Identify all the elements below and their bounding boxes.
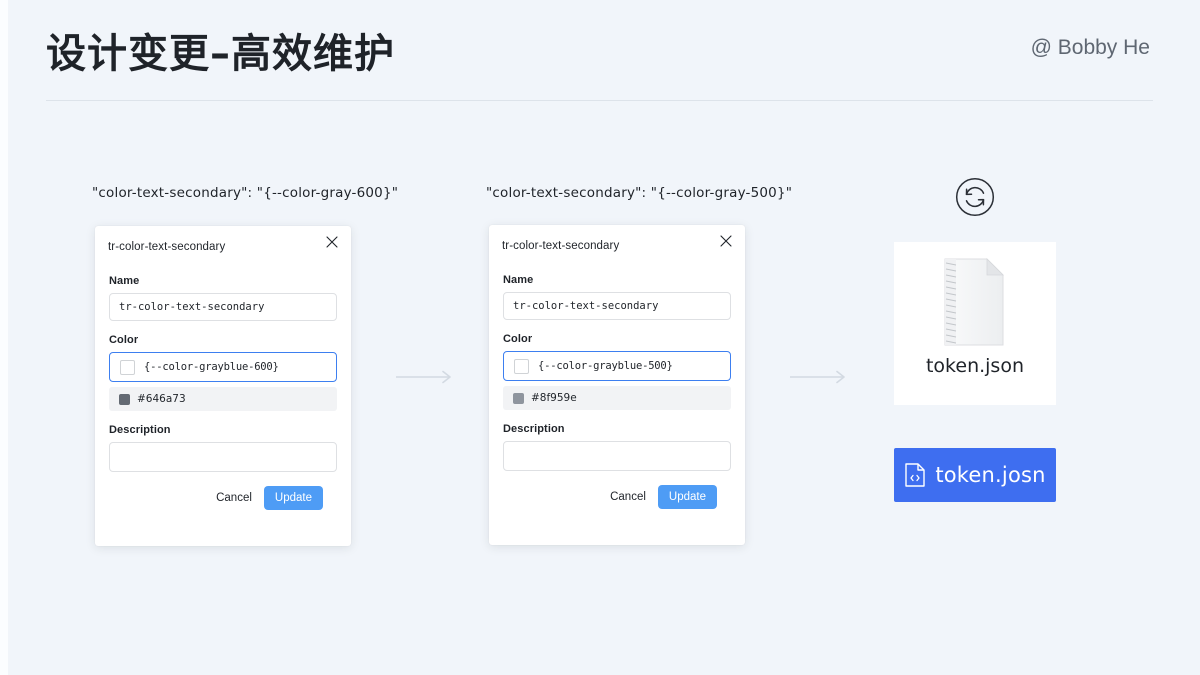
hex-value-text: #646a73 [137,393,186,405]
edit-token-dialog-after: tr-color-text-secondary Name tr-color-te… [489,225,745,545]
color-field-label: Color [503,333,533,345]
description-input[interactable] [109,442,337,472]
page-header: 设计变更–高效维护 @ Bobby He [0,0,1200,101]
page-title: 设计变更–高效维护 [46,31,395,77]
header-divider [46,100,1153,101]
left-edge-strip [0,0,8,675]
color-swatch-empty [119,359,135,375]
color-field-label: Color [109,334,139,346]
code-file-icon [904,462,926,488]
hex-color-swatch [513,392,524,404]
edit-token-dialog-before: tr-color-text-secondary Name tr-color-te… [95,226,351,546]
color-input-value: {--color-grayblue-500} [538,360,673,372]
cancel-button[interactable]: Cancel [610,491,646,503]
description-field-label: Description [503,423,565,435]
hex-color-swatch [119,393,130,405]
color-swatch-picker[interactable] [110,353,144,381]
update-button[interactable]: Update [263,486,323,510]
color-swatch-picker[interactable] [504,352,538,380]
token-button-label: token.josn [935,463,1046,487]
arrow-right-icon [789,370,852,384]
dialog-header: tr-color-text-secondary [489,225,745,261]
dialog-footer: Cancel Update [109,472,337,510]
color-input[interactable]: {--color-grayblue-500} [503,351,731,381]
description-input[interactable] [503,441,731,471]
hex-value-text: #8f959e [531,392,577,404]
caption-after-token: "color-text-secondary": "{--color-gray-5… [486,185,793,201]
dialog-footer: Cancel Update [503,471,731,509]
close-icon[interactable] [718,233,734,249]
color-input-value: {--color-grayblue-600} [144,361,279,373]
description-field-label: Description [109,424,171,436]
hex-value-row: #8f959e [503,386,731,410]
file-name-label: token.json [925,355,1024,377]
name-input[interactable]: tr-color-text-secondary [109,293,337,321]
name-field-label: Name [109,275,140,287]
token-file-card: token.json [894,242,1056,405]
sync-refresh-icon [955,177,995,217]
update-button[interactable]: Update [657,485,717,509]
name-field-label: Name [503,274,534,286]
dialog-body: Name tr-color-text-secondary Color {--co… [95,275,351,510]
dialog-title: tr-color-text-secondary [502,240,620,252]
cancel-button[interactable]: Cancel [216,492,252,504]
arrow-right-icon [395,370,458,384]
caption-before-token: "color-text-secondary": "{--color-gray-6… [92,185,399,201]
author-credit: @ Bobby He [1030,36,1150,59]
color-swatch-empty [513,358,529,374]
dialog-body: Name tr-color-text-secondary Color {--co… [489,274,745,509]
token-file-button[interactable]: token.josn [894,448,1056,502]
json-file-icon [939,256,1011,348]
dialog-title: tr-color-text-secondary [108,241,226,253]
dialog-header: tr-color-text-secondary [95,226,351,262]
close-icon[interactable] [324,234,340,250]
hex-value-row: #646a73 [109,387,337,411]
name-input[interactable]: tr-color-text-secondary [503,292,731,320]
color-input[interactable]: {--color-grayblue-600} [109,352,337,382]
